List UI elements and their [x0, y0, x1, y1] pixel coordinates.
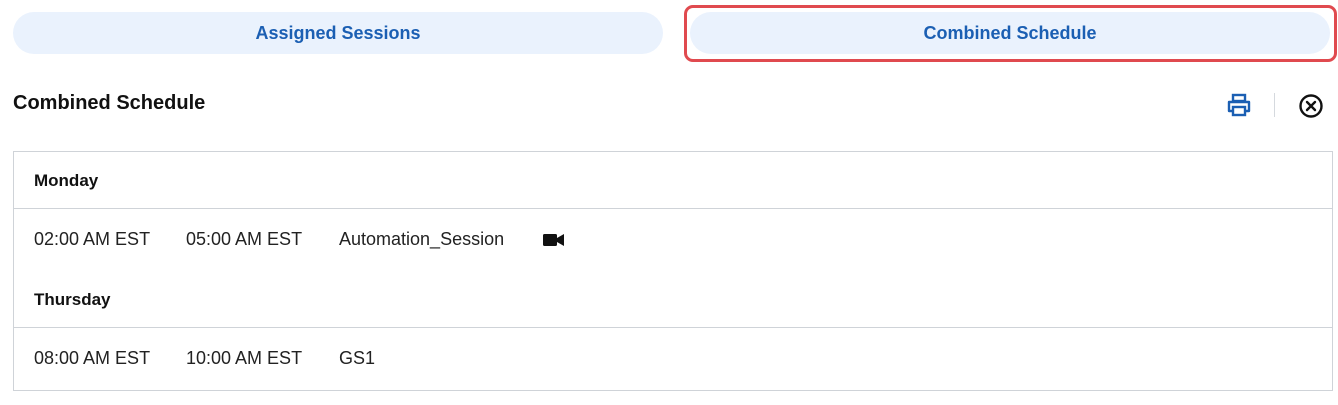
session-name: GS1 [339, 348, 376, 368]
tab-assigned-sessions[interactable]: Assigned Sessions [13, 12, 663, 54]
session-end-time: 05:00 AM EST [186, 229, 303, 249]
row-divider [14, 208, 1332, 209]
tab-bar: Assigned Sessions Combined Schedule [0, 0, 1338, 70]
schedule-table: Monday 02:00 AM EST 05:00 AM EST Automat… [13, 151, 1333, 391]
session-row[interactable]: 08:00 AM EST 10:00 AM EST GS1 [14, 348, 1332, 372]
page-title: Combined Schedule [13, 92, 206, 114]
close-button[interactable] [1298, 93, 1324, 119]
session-start-time: 02:00 AM EST [34, 229, 151, 249]
video-camera-icon[interactable] [543, 232, 565, 248]
session-row[interactable]: 02:00 AM EST 05:00 AM EST Automation_Ses… [14, 229, 1332, 253]
tab-combined-schedule[interactable]: Combined Schedule [690, 12, 1330, 54]
action-divider [1274, 93, 1275, 117]
print-icon [1227, 93, 1251, 117]
session-start-time: 08:00 AM EST [34, 348, 151, 368]
day-header-monday: Monday [34, 171, 99, 190]
close-circle-icon [1299, 94, 1323, 118]
row-divider [14, 327, 1332, 328]
print-button[interactable] [1225, 92, 1253, 118]
session-end-time: 10:00 AM EST [186, 348, 303, 368]
session-name: Automation_Session [339, 229, 505, 249]
day-header-thursday: Thursday [34, 290, 111, 309]
